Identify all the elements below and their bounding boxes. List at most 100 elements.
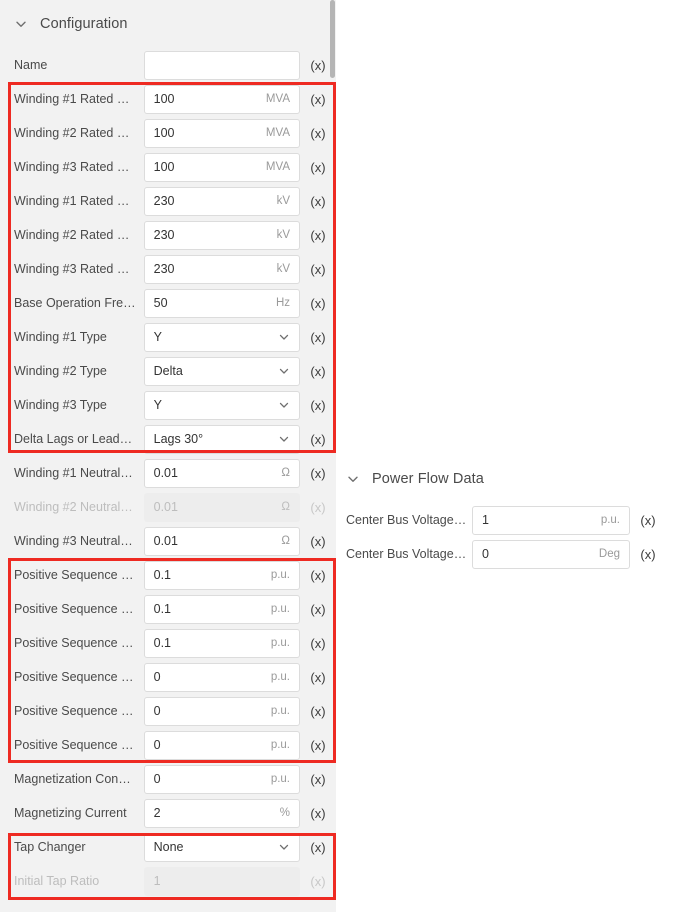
field-input[interactable]: 230 kV: [143, 186, 300, 216]
field-value: 0.01: [153, 466, 178, 480]
chevron-down-icon[interactable]: [278, 331, 299, 343]
field-label: Winding #1 Rated …: [14, 92, 130, 106]
configuration-section-header[interactable]: Configuration: [0, 0, 330, 48]
clear-value-button[interactable]: (x): [636, 514, 660, 527]
chevron-down-icon[interactable]: [278, 433, 299, 445]
clear-value-button[interactable]: (x): [306, 229, 330, 242]
field-label: Positive Sequence …: [14, 602, 134, 616]
field-unit: p.u.: [270, 569, 290, 581]
field-input[interactable]: 0.01 Ω: [143, 526, 300, 556]
field-unit: p.u.: [270, 739, 290, 751]
field-value: 2: [153, 806, 161, 820]
field-input[interactable]: 100 MVA: [143, 152, 300, 182]
left-panel-scrollbar-track[interactable]: [329, 0, 336, 912]
field-label: Initial Tap Ratio: [14, 874, 100, 888]
clear-value-button[interactable]: (x): [306, 161, 330, 174]
clear-value-button[interactable]: (x): [306, 705, 330, 718]
clear-value-button[interactable]: (x): [306, 671, 330, 684]
clear-value-button[interactable]: (x): [306, 331, 330, 344]
chevron-down-icon[interactable]: [346, 472, 360, 486]
clear-value-button[interactable]: (x): [306, 195, 330, 208]
field-row: Winding #2 Rated … 100 MVA (x): [0, 116, 330, 150]
clear-value-button: (x): [310, 873, 326, 889]
field-input[interactable]: 0.1 p.u.: [143, 560, 300, 590]
clear-value-button[interactable]: (x): [306, 365, 330, 378]
field-value: 0: [153, 738, 161, 752]
field-row: Winding #3 Rated … 230 kV (x): [0, 252, 330, 286]
field-value: 50: [153, 296, 168, 310]
clear-value-button[interactable]: (x): [306, 739, 330, 752]
clear-value-button[interactable]: (x): [306, 127, 330, 140]
power-flow-field-list: Center Bus Voltage… 1 p.u. (x) Center Bus Vo…: [336, 503, 688, 571]
field-value: 100: [153, 92, 175, 106]
field-value: 0: [153, 704, 161, 718]
clear-value-button[interactable]: (x): [306, 467, 330, 480]
clear-value-button[interactable]: (x): [306, 807, 330, 820]
field-unit: MVA: [265, 93, 290, 105]
field-row: Winding #3 Rated … 100 MVA (x): [0, 150, 330, 184]
field-value: 0.1: [153, 568, 172, 582]
field-row: Winding #2 Rated … 230 kV (x): [0, 218, 330, 252]
clear-value-button[interactable]: (x): [306, 59, 330, 72]
field-unit: kV: [276, 263, 290, 275]
field-value: 100: [153, 160, 175, 174]
left-panel-scrollbar-thumb[interactable]: [330, 0, 335, 78]
chevron-down-icon[interactable]: [278, 365, 299, 377]
field-row: Positive Sequence … 0 p.u. (x): [0, 728, 330, 762]
field-select[interactable]: Delta: [143, 356, 300, 386]
clear-value-button[interactable]: (x): [636, 548, 660, 561]
power-flow-data-panel: Power Flow Data Center Bus Voltage… 1 p.u.…: [336, 0, 688, 912]
field-value: 230: [153, 194, 175, 208]
field-input[interactable]: 0.01 Ω: [143, 458, 300, 488]
field-input[interactable]: 230 kV: [143, 254, 300, 284]
field-unit: p.u.: [270, 637, 290, 649]
field-value: 1: [482, 513, 489, 527]
field-input[interactable]: 100 MVA: [143, 118, 300, 148]
field-row: Delta Lags or Lead… Lags 30° (x): [0, 422, 330, 456]
field-row: Winding #1 Type Y (x): [0, 320, 330, 354]
clear-value-button[interactable]: (x): [306, 433, 330, 446]
chevron-down-icon[interactable]: [278, 841, 299, 853]
field-input[interactable]: 50 Hz: [143, 288, 300, 318]
clear-value-button[interactable]: (x): [306, 637, 330, 650]
field-input[interactable]: 0.1 p.u.: [143, 628, 300, 658]
field-unit: p.u.: [270, 603, 290, 615]
field-input[interactable]: 0 p.u.: [143, 696, 300, 726]
field-row: Winding #2 Neutral… 0.01 Ω (x): [0, 490, 330, 524]
field-input: 1: [143, 866, 300, 896]
field-row: Center Bus Voltage… 0 Deg (x): [336, 537, 688, 571]
power-flow-data-section-header[interactable]: Power Flow Data: [336, 455, 688, 503]
clear-value-button[interactable]: (x): [306, 263, 330, 276]
clear-value-button[interactable]: (x): [306, 297, 330, 310]
field-select[interactable]: Y: [143, 322, 300, 352]
chevron-down-icon[interactable]: [278, 399, 299, 411]
field-input[interactable]: 230 kV: [143, 220, 300, 250]
field-row: Magnetization Con… 0 p.u. (x): [0, 762, 330, 796]
field-input[interactable]: 1 p.u.: [472, 505, 630, 535]
field-input[interactable]: 100 MVA: [143, 84, 300, 114]
field-input[interactable]: [143, 50, 300, 80]
field-select[interactable]: None: [143, 832, 300, 862]
field-unit: Ω: [281, 535, 290, 547]
field-input[interactable]: 0 p.u.: [143, 730, 300, 760]
clear-value-button[interactable]: (x): [306, 773, 330, 786]
field-select[interactable]: Y: [143, 390, 300, 420]
field-unit: MVA: [265, 127, 290, 139]
clear-value-button[interactable]: (x): [306, 841, 330, 854]
clear-value-button[interactable]: (x): [306, 535, 330, 548]
clear-value-button[interactable]: (x): [306, 603, 330, 616]
field-input[interactable]: 0 p.u.: [143, 662, 300, 692]
clear-value-button[interactable]: (x): [306, 399, 330, 412]
chevron-down-icon[interactable]: [14, 17, 28, 31]
field-row: Base Operation Fre… 50 Hz (x): [0, 286, 330, 320]
field-row: Positive Sequence … 0.1 p.u. (x): [0, 558, 330, 592]
field-input[interactable]: 2%: [143, 798, 300, 828]
field-input[interactable]: 0 p.u.: [143, 764, 300, 794]
clear-value-button[interactable]: (x): [306, 569, 330, 582]
field-label: Tap Changer: [14, 840, 86, 854]
field-input[interactable]: 0.1 p.u.: [143, 594, 300, 624]
field-value: Delta: [153, 364, 183, 378]
clear-value-button[interactable]: (x): [306, 93, 330, 106]
field-input[interactable]: 0 Deg: [472, 539, 630, 569]
field-select[interactable]: Lags 30°: [143, 424, 300, 454]
